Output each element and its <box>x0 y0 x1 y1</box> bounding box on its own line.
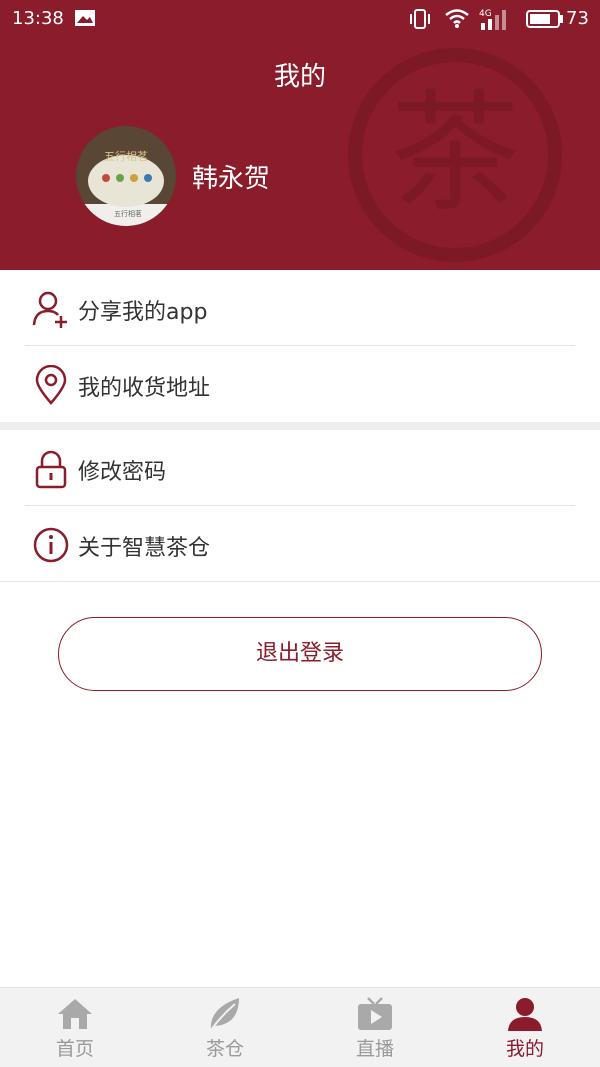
home-icon <box>58 999 92 1029</box>
avatar-caption: 五行相茗 <box>114 209 142 218</box>
section-gap <box>0 422 600 430</box>
menu-item-address[interactable]: 我的收货地址 <box>0 346 600 422</box>
tab-label-home: 首页 <box>55 1038 94 1060</box>
info-icon <box>33 527 69 563</box>
wifi-icon <box>445 9 469 28</box>
image-notification-icon <box>75 10 95 26</box>
tv-play-icon <box>358 997 392 1030</box>
menu-item-change-password[interactable]: 修改密码 <box>0 430 600 506</box>
add-user-icon <box>32 291 67 328</box>
signal-type: 4G <box>479 9 492 19</box>
tab-label-live: 直播 <box>355 1038 394 1060</box>
battery-level: 73 <box>566 8 589 29</box>
watermark-char: 茶 <box>390 77 520 229</box>
menu-label-about: 关于智慧茶仓 <box>78 536 211 561</box>
username: 韩永贺 <box>192 164 271 194</box>
menu-label-change-password: 修改密码 <box>78 460 167 485</box>
menu-group-account: 分享我的app 我的收货地址 <box>0 270 600 422</box>
menu-label-address: 我的收货地址 <box>78 376 211 401</box>
tab-mine[interactable]: 我的 <box>450 988 600 1067</box>
vibrate-icon <box>410 9 430 29</box>
profile-header: 茶 13:38 4G 73 我的 五行相茗 五行相茗 韩永贺 <box>0 0 600 270</box>
menu-group-settings: 修改密码 关于智慧茶仓 <box>0 430 600 582</box>
tab-live[interactable]: 直播 <box>300 988 450 1067</box>
tab-home[interactable]: 首页 <box>0 988 150 1067</box>
tab-tea-warehouse[interactable]: 茶仓 <box>150 988 300 1067</box>
tab-label-mine: 我的 <box>505 1038 544 1060</box>
menu-label-share-app: 分享我的app <box>78 300 208 325</box>
logout-button[interactable]: 退出登录 <box>58 617 542 691</box>
signal-icon: 4G <box>479 9 506 30</box>
menu-item-about[interactable]: 关于智慧茶仓 <box>0 506 600 582</box>
avatar[interactable]: 五行相茗 五行相茗 <box>76 126 176 226</box>
page-title: 我的 <box>273 62 326 92</box>
menu-item-share-app[interactable]: 分享我的app <box>0 270 600 346</box>
leaf-icon <box>210 998 239 1031</box>
avatar-image: 五行相茗 五行相茗 <box>76 126 176 226</box>
status-bar: 13:38 4G 73 <box>0 0 600 38</box>
user-icon <box>508 998 542 1031</box>
tab-label-tea-warehouse: 茶仓 <box>205 1038 244 1060</box>
location-pin-icon <box>35 365 67 405</box>
battery-icon <box>526 10 563 28</box>
lock-icon <box>35 450 67 489</box>
avatar-brand-text: 五行相茗 <box>104 150 148 163</box>
status-time: 13:38 <box>12 8 64 29</box>
bottom-tab-bar: 首页 茶仓 直播 我的 <box>0 987 600 1067</box>
